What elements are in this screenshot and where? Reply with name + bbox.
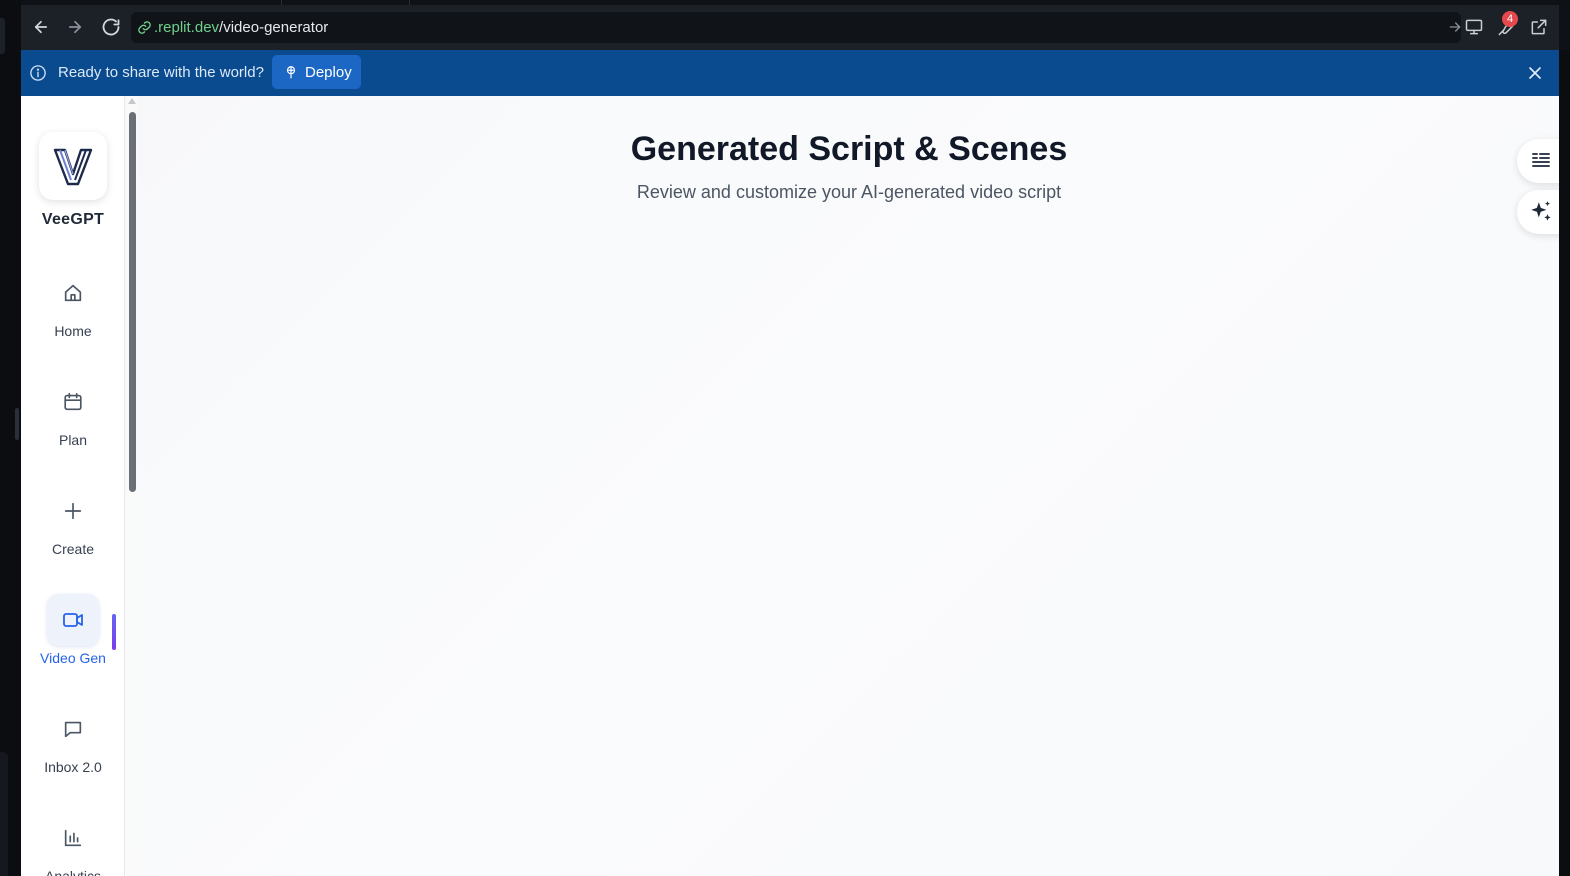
sidebar-item-label: Inbox 2.0 <box>44 759 102 775</box>
sidebar-item-analytics[interactable]: Analytics <box>21 812 125 876</box>
sidebar-item-plan[interactable]: Plan <box>21 376 125 466</box>
sidebar-item-label: Plan <box>58 432 88 448</box>
video-camera-icon-wrap <box>47 594 99 646</box>
sidebar-item-inbox[interactable]: Inbox 2.0 <box>21 703 125 793</box>
sidebar: VeeGPT Home Plan Create Video Gen Inbox … <box>21 96 125 876</box>
brand-name: VeeGPT <box>41 211 105 228</box>
banner-message: Ready to share with the world? <box>58 64 264 81</box>
url-domain: .replit.dev <box>154 19 220 36</box>
captions-icon <box>1532 153 1550 167</box>
app-viewport: VeeGPT Home Plan Create Video Gen Inbox … <box>21 96 1559 876</box>
reload-icon <box>102 18 120 36</box>
plus-icon <box>64 502 82 520</box>
page-title: Generated Script & Scenes <box>630 130 1068 168</box>
info-icon <box>30 65 46 81</box>
open-external-icon[interactable] <box>1529 17 1549 37</box>
reload-button[interactable] <box>100 16 122 38</box>
deploy-banner: Ready to share with the world? Deploy <box>21 50 1559 96</box>
sidebar-item-label: Analytics <box>44 868 102 876</box>
go-arrow-icon[interactable] <box>1447 19 1463 35</box>
back-button[interactable] <box>30 16 52 38</box>
deploy-icon <box>286 66 296 79</box>
deploy-label: Deploy <box>305 63 352 81</box>
bar-chart-icon <box>64 829 82 847</box>
deploy-button[interactable]: Deploy <box>272 55 361 89</box>
sidebar-item-create[interactable]: Create <box>21 485 125 575</box>
tab-strip <box>21 0 1559 5</box>
url-path: /video-generator <box>219 19 329 36</box>
scroll-up-arrow[interactable] <box>128 98 136 104</box>
sidebar-item-home[interactable]: Home <box>21 267 125 357</box>
close-icon[interactable] <box>1525 63 1545 83</box>
logo[interactable] <box>39 132 107 200</box>
page-subtitle: Review and customize your AI-generated v… <box>636 182 1062 202</box>
plus-icon-wrap <box>47 485 99 537</box>
sidebar-item-label: Home <box>54 323 92 339</box>
video-camera-icon <box>63 613 83 627</box>
chat-bubble-icon-wrap <box>47 703 99 755</box>
right-edge <box>1559 50 1570 876</box>
calendar-icon-wrap <box>47 376 99 428</box>
left-edge <box>0 0 21 876</box>
sidebar-item-video-gen[interactable]: Video Gen <box>21 594 125 684</box>
scrollbar-thumb[interactable] <box>129 112 136 492</box>
calendar-icon <box>64 392 82 411</box>
address-bar[interactable]: .replit.dev/video-generator <box>131 12 1461 43</box>
url-text: .replit.dev/video-generator <box>154 19 328 36</box>
sparkle-icon <box>1531 201 1551 221</box>
home-icon <box>64 284 82 302</box>
active-indicator <box>112 614 116 650</box>
sidebar-item-label: Create <box>51 541 95 557</box>
arrow-right-icon <box>68 20 82 34</box>
home-icon-wrap <box>47 267 99 319</box>
notification-badge: 4 <box>1502 11 1518 27</box>
browser-toolbar: .replit.dev/video-generator 4 <box>21 0 1559 50</box>
link-icon <box>138 21 151 34</box>
sidebar-item-label: Video Gen <box>40 650 106 666</box>
bar-chart-icon-wrap <box>47 812 99 864</box>
monitor-icon[interactable] <box>1464 17 1484 37</box>
screen: .replit.dev/video-generator 4 Ready to s… <box>0 0 1570 876</box>
captions-button[interactable] <box>1517 139 1559 183</box>
chat-bubble-icon <box>64 721 82 738</box>
veegpt-logo-icon <box>53 148 93 186</box>
forward-button[interactable] <box>64 16 86 38</box>
ai-sparkle-button[interactable] <box>1517 190 1559 234</box>
arrow-left-icon <box>34 20 48 34</box>
